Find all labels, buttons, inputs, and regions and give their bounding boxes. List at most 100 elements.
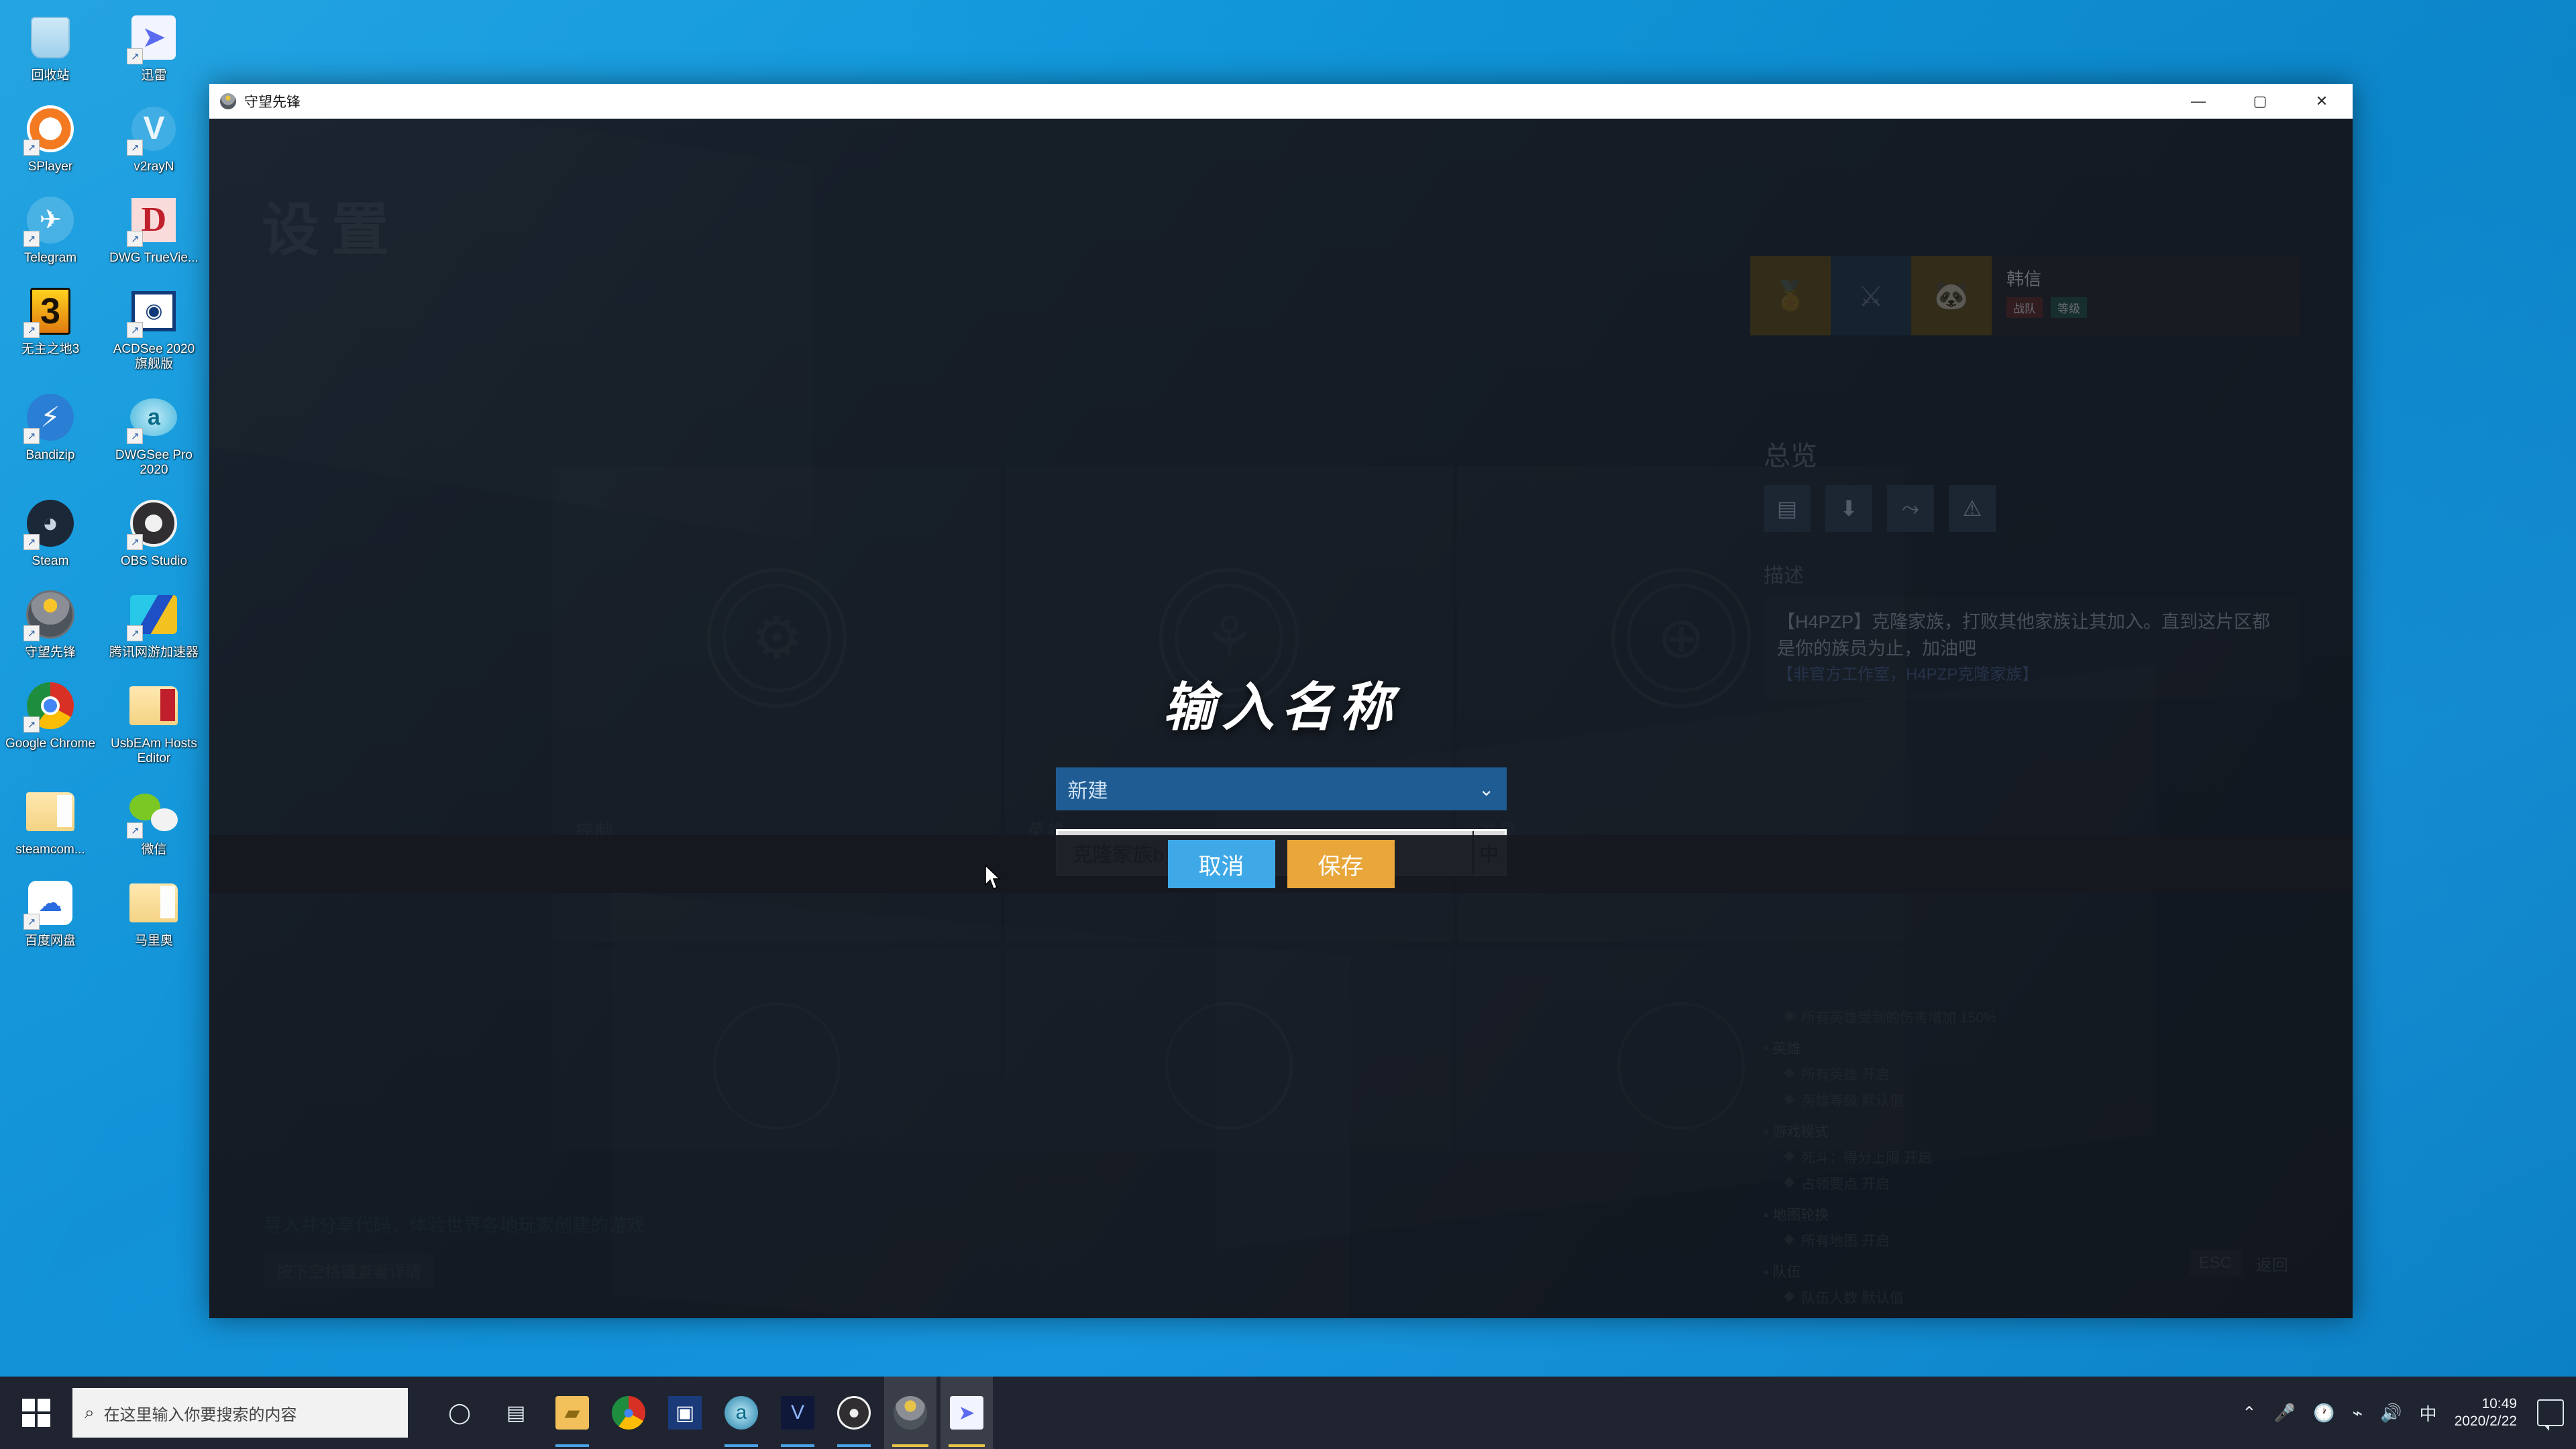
minimize-button[interactable]: — [2167,84,2229,119]
desktop-icon-label: 腾讯网游加速器 [109,645,199,659]
taskbar: ⌕ 在这里输入你要搜索的内容 ◯ ▤ ▰ ● ▣ a V ● ➤ ⌃ 🎤 🕐 ⌁… [0,1377,2576,1449]
desktop-icon-label: 无主之地3 [21,342,80,356]
ime-indicator-tray[interactable]: 中 [2420,1401,2437,1426]
desktop-icon-telegram[interactable]: ✈ ↗ Telegram [0,189,101,272]
taskbar-obs-button[interactable]: ● [828,1377,880,1449]
shortcut-arrow-icon: ↗ [23,322,40,338]
wifi-icon[interactable]: ⌁ [2353,1403,2363,1424]
taskbar-clock[interactable]: 10:49 2020/2/22 [2455,1395,2520,1430]
chrome-icon: ● [612,1396,645,1430]
desktop-icon-label: 百度网盘 [24,934,76,948]
game-viewport: 设置 🏅 ⚔ 🐼 韩信 战队 等级 ⚙ 控制 [209,119,2353,1318]
taskbar-running-underline [892,1444,928,1447]
windows-logo-icon [22,1399,50,1427]
taskbar-v2rayn-button[interactable]: V [771,1377,824,1449]
obs-studio-icon: ↗ [127,498,179,550]
thunder-download-icon: ➤ ↗ [127,12,179,64]
v2rayn-icon: V [781,1396,814,1430]
desktop-icon-obs-studio[interactable]: ↗ OBS Studio [103,492,204,576]
desktop-icon-label: steamcom... [15,843,85,857]
start-button[interactable] [0,1377,72,1449]
taskbar-running-underline [949,1444,985,1447]
usbeam-hosts-editor-icon [128,680,179,731]
acdsee-icon: ▣ [668,1396,702,1430]
notification-icon[interactable] [2537,1399,2564,1431]
taskbar-overwatch-button[interactable] [884,1377,936,1449]
desktop-icon-baidu-netdisk[interactable]: ☁ ↗ 百度网盘 [0,872,101,955]
desktop-icon-thunder[interactable]: ➤ ↗ 迅雷 [103,7,204,90]
clock-time: 10:49 [2481,1396,2517,1411]
desktop-icon-label: DWG TrueVie... [109,251,199,265]
cancel-button[interactable]: 取消 [1167,840,1275,888]
taskbar-app-list: ◯ ▤ ▰ ● ▣ a V ● ➤ [433,1377,993,1449]
desktop-icon-label: UsbEAm Hosts Editor [111,737,197,765]
search-icon: ⌕ [85,1402,95,1422]
taskbar-chrome-button[interactable]: ● [602,1377,655,1449]
window-titlebar[interactable]: 守望先锋 — ▢ ✕ [209,84,2353,119]
desktop-icon-v2rayn[interactable]: V ↗ v2rayN [103,98,204,181]
taskbar-acdsee-button[interactable]: ▣ [659,1377,711,1449]
desktop-icon-steam[interactable]: ◕ ↗ Steam [0,492,101,576]
desktop-icon-dwg-trueview[interactable]: D ↗ DWG TrueVie... [103,189,204,272]
clock-date: 2020/2/22 [2454,1413,2517,1429]
overwatch-icon: ↗ [23,589,76,641]
desktop-icon-dwgsee-pro[interactable]: a ↗ DWGSee Pro 2020 [103,386,204,484]
shortcut-arrow-icon: ↗ [127,322,144,338]
bandizip-icon: ⚡ ↗ [23,392,76,444]
borderlands3-icon: 3 ↗ [23,286,76,338]
taskbar-search-box[interactable]: ⌕ 在这里输入你要搜索的内容 [72,1388,408,1438]
taskbar-dwgsee-button[interactable]: a [715,1377,767,1449]
splayer-icon: ↗ [23,103,76,156]
desktop-icon-bandizip[interactable]: ⚡ ↗ Bandizip [0,386,101,470]
clock-sync-icon[interactable]: 🕐 [2313,1403,2334,1424]
shortcut-arrow-icon: ↗ [23,231,40,247]
desktop-icon-mario-folder[interactable]: 马里奥 [103,872,204,955]
desktop-icon-recycle-bin[interactable]: 回收站 [0,7,101,90]
search-placeholder: 在这里输入你要搜索的内容 [103,1405,297,1424]
desktop-icon-borderlands3[interactable]: 3 ↗ 无主之地3 [0,280,101,364]
taskbar-task-view-button[interactable]: ▤ [490,1377,542,1449]
microphone-icon[interactable]: 🎤 [2274,1403,2296,1424]
folder-icon [25,786,76,837]
tray-chevron-up-icon[interactable]: ⌃ [2242,1403,2257,1424]
thunder-download-icon: ➤ [950,1396,983,1430]
taskbar-running-underline [781,1444,814,1447]
desktop-icon-tencent-accelerator[interactable]: ↗ 腾讯网游加速器 [103,584,204,667]
dwgsee-icon: a [724,1396,758,1430]
taskbar-file-explorer-button[interactable]: ▰ [546,1377,598,1449]
desktop-icon-label: 微信 [141,843,167,857]
desktop-icon-splayer[interactable]: ↗ SPlayer [0,98,101,181]
taskbar-cortana-button[interactable]: ◯ [433,1377,486,1449]
baidu-netdisk-icon: ☁ ↗ [23,877,76,930]
desktop-icon-label: DWGSee Pro 2020 [115,448,193,477]
chevron-down-icon: ⌄ [1479,778,1495,800]
desktop-icon-grid: 回收站 ➤ ↗ 迅雷 ↗ SPlayer V ↗ v2rayN ✈ ↗ Tele… [0,7,208,963]
shortcut-arrow-icon: ↗ [127,140,144,156]
obs-studio-icon: ● [837,1396,871,1430]
desktop-icon-label: Bandizip [25,448,75,462]
desktop-icon-wechat[interactable]: ↗ 微信 [103,781,204,864]
taskbar-thunder-button[interactable]: ➤ [941,1377,993,1449]
desktop-icon-steamcom-folder[interactable]: steamcom... [0,781,101,864]
save-button[interactable]: 保存 [1287,840,1395,888]
volume-icon[interactable]: 🔊 [2380,1403,2402,1424]
desktop-icon-label: 回收站 [31,68,70,83]
desktop-icon-acdsee[interactable]: ◉ ↗ ACDSee 2020 旗舰版 [103,280,204,378]
preset-dropdown[interactable]: 新建 ⌄ [1055,767,1507,810]
acdsee-icon: ◉ ↗ [127,286,179,338]
wechat-icon: ↗ [127,786,179,839]
dialog-button-bar: 取消 保存 [209,835,2353,893]
desktop-icon-chrome[interactable]: ↗ Google Chrome [0,675,101,758]
shortcut-arrow-icon: ↗ [127,231,144,247]
desktop-icon-overwatch[interactable]: ↗ 守望先锋 [0,584,101,667]
desktop-icon-label: SPlayer [28,160,73,174]
desktop: 回收站 ➤ ↗ 迅雷 ↗ SPlayer V ↗ v2rayN ✈ ↗ Tele… [0,0,2576,1449]
shortcut-arrow-icon: ↗ [127,534,144,550]
desktop-icon-usbeam-hosts-editor[interactable]: UsbEAm Hosts Editor [103,675,204,773]
maximize-button[interactable]: ▢ [2229,84,2291,119]
system-tray: ⌃ 🎤 🕐 ⌁ 🔊 中 10:49 2020/2/22 [2242,1395,2576,1431]
close-button[interactable]: ✕ [2291,84,2353,119]
cortana-icon: ◯ [448,1401,471,1424]
overwatch-icon [220,93,236,109]
dwgsee-icon: a ↗ [127,392,179,444]
